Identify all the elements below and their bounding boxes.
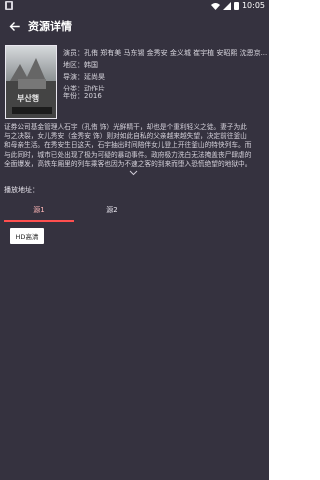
status-icons: 10:05 xyxy=(210,0,265,12)
wifi-icon xyxy=(210,3,220,10)
synopsis-line: 和母亲生活。在秀安生日这天，石宇抽出时间陪伴女儿登上开往釜山的特快列车。而 xyxy=(4,141,252,150)
poster-image: 부산행 xyxy=(6,46,56,118)
synopsis-line: 全面爆发，高铁车厢里的列车乘客也因为不速之客的到来而堕入恐慌绝望的地狱中。 xyxy=(4,159,252,168)
chevron-down-icon[interactable] xyxy=(129,170,138,176)
status-time: 10:05 xyxy=(241,1,265,10)
director: 导演：延尚昊 xyxy=(63,73,105,81)
genre: 分类：动作片 xyxy=(63,85,105,91)
play-address-label: 播放地址： xyxy=(4,186,39,194)
arrow-left-icon xyxy=(9,21,20,31)
tab-source-1[interactable]: 源1 xyxy=(4,200,74,222)
status-bar: 10:05 xyxy=(0,0,269,12)
resource-detail-panel: 부산행 演员：孔侑 郑有美 马东锡 金秀安 金义城 崔宇植 安昭熙 沈恩京...… xyxy=(0,40,269,480)
year: 年份：2016 xyxy=(63,92,102,100)
battery-icon xyxy=(233,2,239,10)
source-tabs: 源1 源2 xyxy=(4,200,147,222)
movie-synopsis: 证券公司基金管理人石宇（孔侑 饰）光鲜精干，却也是个重利轻义之徒。妻子为此 与之… xyxy=(4,123,266,169)
tab-source-2[interactable]: 源2 xyxy=(77,200,147,222)
synopsis-line: 证券公司基金管理人石宇（孔侑 饰）光鲜精干，却也是个重利轻义之徒。妻子为此 xyxy=(4,123,247,131)
region: 地区：韩国 xyxy=(63,61,98,69)
hd-source-button[interactable]: HD高清 xyxy=(10,228,44,244)
android-notification-icon xyxy=(5,1,13,10)
actors: 演员：孔侑 郑有美 马东锡 金秀安 金义城 崔宇植 安昭熙 沈恩京... xyxy=(63,49,268,57)
app-bar: 资源详情 xyxy=(0,12,269,40)
movie-poster: 부산행 xyxy=(5,45,57,119)
back-button[interactable] xyxy=(0,12,28,40)
movie-meta: 演员：孔侑 郑有美 马东锡 金秀安 金义城 崔宇植 安昭熙 沈恩京... 地区：… xyxy=(63,48,269,103)
svg-text:부산행: 부산행 xyxy=(17,93,39,103)
synopsis-line: 与此同时，城市已处出现了极为可疑的暴动事件。政府极力洗白无法掩盖丧尸肆虐的 xyxy=(4,150,252,159)
page-title: 资源详情 xyxy=(28,20,72,33)
signal-icon xyxy=(222,2,231,10)
